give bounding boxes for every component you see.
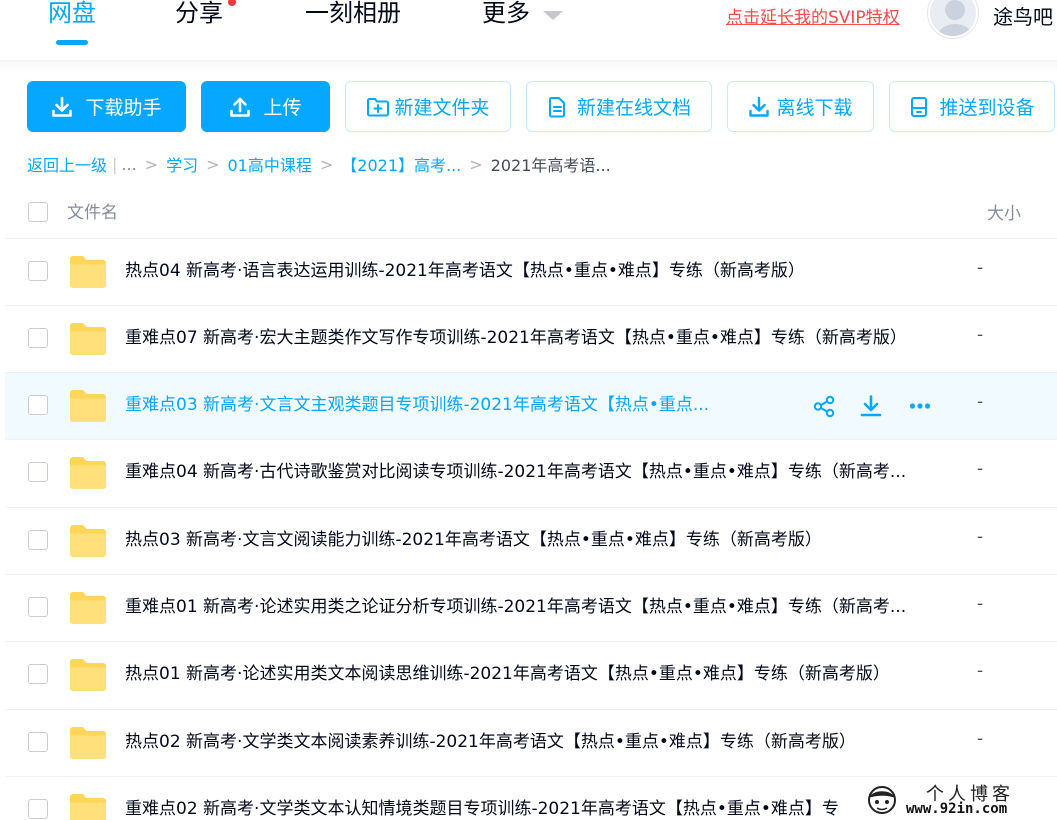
tab-more[interactable]: 更多 (482, 0, 530, 30)
folder-icon[interactable] (68, 591, 108, 625)
file-row[interactable]: 热点01 新高考·论述实用类文本阅读思维训练-2021年高考语文【热点•重点•难… (5, 641, 1057, 708)
upload-label: 上传 (263, 97, 302, 119)
folder-icon[interactable] (68, 658, 108, 692)
top-divider (0, 60, 1057, 72)
new-online-doc-label: 新建在线文档 (576, 97, 691, 119)
chevron-down-icon[interactable] (543, 11, 563, 20)
folder-icon[interactable] (68, 456, 108, 490)
file-size: - (977, 661, 984, 681)
download-icon[interactable] (860, 395, 882, 418)
svip-extend-link[interactable]: 点击延长我的SVIP特权 (726, 3, 900, 28)
select-all-checkbox[interactable] (28, 202, 48, 222)
file-name[interactable]: 重难点07 新高考·宏大主题类作文写作专项训练-2021年高考语文【热点•重点•… (125, 326, 907, 350)
offline-download-icon (749, 96, 770, 117)
new-folder-label: 新建文件夹 (394, 97, 490, 119)
file-size: - (977, 594, 984, 614)
breadcrumb-divider: | (112, 154, 118, 174)
row-checkbox[interactable] (28, 530, 48, 550)
row-checkbox[interactable] (28, 799, 48, 819)
folder-icon[interactable] (68, 524, 108, 558)
tab-netdisk[interactable]: 网盘 (48, 0, 96, 30)
row-checkbox[interactable] (28, 261, 48, 281)
breadcrumb-ellipsis[interactable]: ... (121, 155, 136, 174)
offline-download-label: 离线下载 (776, 97, 853, 119)
tab-photo-album[interactable]: 一刻相册 (305, 0, 401, 30)
breadcrumb: 返回上一级 | ... > 学习 > 01高中课程 > 【2021】高考... … (27, 152, 611, 176)
download-helper-label: 下载助手 (85, 97, 162, 119)
username[interactable]: 途鸟吧 (993, 1, 1053, 30)
file-size: - (977, 258, 984, 278)
row-checkbox[interactable] (28, 395, 48, 415)
file-row[interactable]: 重难点07 新高考·宏大主题类作文写作专项训练-2021年高考语文【热点•重点•… (5, 305, 1057, 372)
file-name[interactable]: 热点01 新高考·论述实用类文本阅读思维训练-2021年高考语文【热点•重点•难… (125, 662, 890, 686)
new-folder-icon (367, 97, 390, 116)
active-tab-indicator (56, 40, 88, 45)
breadcrumb-item-highschool[interactable]: 01高中课程 (228, 152, 312, 176)
file-row[interactable]: 重难点01 新高考·论述实用类之论证分析专项训练-2021年高考语文【热点•重点… (5, 574, 1057, 641)
more-icon[interactable] (907, 395, 933, 418)
push-to-device-label: 推送到设备 (939, 97, 1035, 119)
new-folder-button[interactable]: 新建文件夹 (345, 81, 511, 132)
file-name[interactable]: 重难点02 新高考·文学类文本认知情境类题目专项训练-2021年高考语文【热点•… (125, 797, 839, 820)
user-avatar-icon (938, 0, 972, 36)
tab-share[interactable]: 分享 (175, 0, 223, 30)
file-row[interactable]: 热点03 新高考·文言文阅读能力训练-2021年高考语文【热点•重点•难点】专练… (5, 507, 1057, 574)
column-header-size[interactable]: 大小 (987, 199, 1021, 224)
document-icon (548, 96, 565, 117)
row-checkbox[interactable] (28, 664, 48, 684)
row-checkbox[interactable] (28, 462, 48, 482)
row-checkbox[interactable] (28, 328, 48, 348)
folder-icon[interactable] (68, 389, 108, 423)
upload-icon (230, 97, 251, 117)
folder-icon[interactable] (68, 322, 108, 356)
blog-watermark: 个人博客 www.92in.com (862, 780, 1057, 820)
file-name[interactable]: 重难点03 新高考·文言文主观类题目专项训练-2021年高考语文【热点•重点..… (125, 393, 709, 417)
avatar[interactable] (928, 0, 978, 38)
file-row[interactable]: 重难点04 新高考·古代诗歌鉴赏对比阅读专项训练-2021年高考语文【热点•重点… (5, 439, 1057, 506)
download-icon (52, 96, 73, 117)
notification-dot (228, 0, 236, 6)
file-size: - (977, 325, 984, 345)
file-name[interactable]: 热点03 新高考·文言文阅读能力训练-2021年高考语文【热点•重点•难点】专练… (125, 528, 822, 552)
file-size: - (977, 459, 984, 479)
row-checkbox[interactable] (28, 597, 48, 617)
mascot-icon (868, 786, 896, 814)
file-size: - (977, 729, 984, 749)
breadcrumb-separator: > (469, 154, 483, 174)
push-to-device-button[interactable]: 推送到设备 (889, 81, 1055, 132)
file-name[interactable]: 热点04 新高考·语言表达运用训练-2021年高考语文【热点•重点•难点】专练（… (125, 259, 805, 283)
file-size: - (977, 392, 984, 412)
column-header-name[interactable]: 文件名 (67, 198, 118, 223)
file-row[interactable]: 重难点03 新高考·文言文主观类题目专项训练-2021年高考语文【热点•重点..… (5, 372, 1057, 439)
folder-icon[interactable] (68, 255, 108, 289)
breadcrumb-back-link[interactable]: 返回上一级 (27, 152, 107, 176)
offline-download-button[interactable]: 离线下载 (727, 81, 874, 132)
device-icon (911, 96, 928, 117)
breadcrumb-item-2021[interactable]: 【2021】高考... (341, 152, 461, 176)
breadcrumb-current: 2021年高考语... (490, 156, 611, 175)
file-name[interactable]: 重难点04 新高考·古代诗歌鉴赏对比阅读专项训练-2021年高考语文【热点•重点… (125, 460, 906, 484)
file-row[interactable]: 热点04 新高考·语言表达运用训练-2021年高考语文【热点•重点•难点】专练（… (5, 238, 1057, 305)
folder-icon[interactable] (68, 793, 108, 820)
breadcrumb-separator: > (206, 154, 220, 174)
watermark-url: www.92in.com (906, 801, 1008, 817)
share-icon[interactable] (813, 395, 835, 418)
file-list-header: 文件名 大小 (0, 186, 1057, 238)
top-nav: 网盘 分享 一刻相册 更多 点击延长我的SVIP特权 途鸟吧 (0, 0, 1057, 60)
file-size: - (977, 527, 984, 547)
breadcrumb-separator: > (319, 154, 334, 174)
row-checkbox[interactable] (28, 732, 48, 752)
folder-icon[interactable] (68, 726, 108, 760)
breadcrumb-item-study[interactable]: 学习 (166, 152, 198, 176)
download-helper-button[interactable]: 下载助手 (27, 81, 186, 132)
file-name[interactable]: 热点02 新高考·文学类文本阅读素养训练-2021年高考语文【热点•重点•难点】… (125, 730, 856, 754)
file-row[interactable]: 热点02 新高考·文学类文本阅读素养训练-2021年高考语文【热点•重点•难点】… (5, 709, 1057, 776)
new-online-doc-button[interactable]: 新建在线文档 (526, 81, 712, 132)
file-name[interactable]: 重难点01 新高考·论述实用类之论证分析专项训练-2021年高考语文【热点•重点… (125, 595, 906, 619)
upload-button[interactable]: 上传 (201, 81, 330, 132)
breadcrumb-separator: > (144, 154, 159, 174)
